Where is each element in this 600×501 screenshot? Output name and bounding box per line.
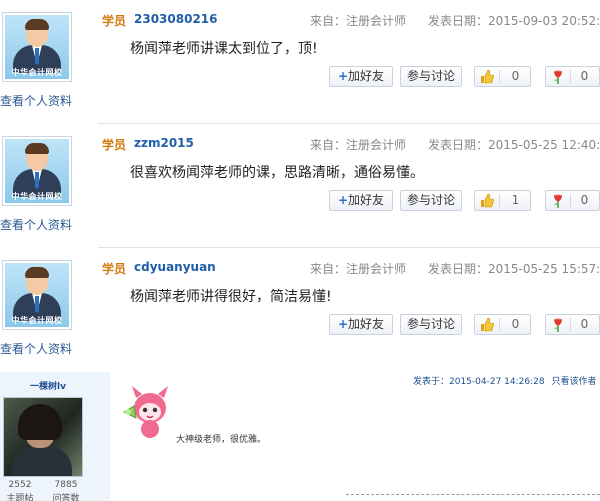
like-button[interactable]: 0 <box>474 314 531 335</box>
add-friend-button[interactable]: +加好友 <box>329 66 393 87</box>
answers-count: 7885 <box>54 480 78 490</box>
comment-date: 发表日期：2015-09-03 20:52:38 <box>428 14 600 28</box>
forum-author-sidebar: 一棵树lv 2552 主题帖 7885 问答数 <box>0 372 110 501</box>
flower-button[interactable]: 0 <box>545 66 600 87</box>
comment-date: 发表日期：2015-05-25 12:40:02 <box>428 138 600 152</box>
flower-icon <box>554 194 562 208</box>
view-profile-link[interactable]: 查看个人资料 <box>0 340 72 357</box>
like-count: 0 <box>511 317 520 331</box>
plus-icon: + <box>337 69 349 83</box>
flower-icon <box>554 318 562 332</box>
username-link[interactable]: zzm2015 <box>134 136 194 150</box>
add-friend-label: 加好友 <box>348 69 385 83</box>
avatar-image: 中华会计网校 <box>5 15 69 79</box>
forum-post-text: 大神级老师，很优雅。 <box>176 435 267 445</box>
comment-text: 杨闻萍老师讲得很好，简洁易懂! <box>130 289 332 305</box>
username-link[interactable]: cdyuanyuan <box>134 260 216 274</box>
comment-text: 杨闻萍老师讲课太到位了，顶! <box>130 41 318 57</box>
flower-button[interactable]: 0 <box>545 190 600 211</box>
like-button[interactable]: 0 <box>474 66 531 87</box>
avatar-image: 中华会计网校 <box>5 263 69 327</box>
join-discussion-button[interactable]: 参与讨论 <box>400 190 462 211</box>
avatar-brand-text: 中华会计网校 <box>11 68 63 77</box>
comment-source: 来自：注册会计师 <box>310 14 407 28</box>
forum-author-name[interactable]: 一棵树lv <box>0 379 96 392</box>
forum-author-avatar[interactable] <box>3 397 83 477</box>
user-role: 学员 <box>102 262 127 276</box>
thumbs-up-icon <box>481 193 494 208</box>
avatar[interactable]: 中华会计网校 <box>2 136 72 206</box>
add-friend-button[interactable]: +加好友 <box>329 190 393 211</box>
plus-icon: + <box>337 317 349 331</box>
dashed-divider <box>346 494 600 495</box>
avatar-brand-text: 中华会计网校 <box>11 316 63 325</box>
author-only-link[interactable]: 只看该作者 <box>551 377 596 387</box>
comment-item: 中华会计网校 查看个人资料 学员 cdyuanyuan 来自：注册会计师 发表日… <box>0 248 600 372</box>
view-profile-link[interactable]: 查看个人资料 <box>0 216 72 233</box>
topics-label: 主题帖 <box>6 494 34 501</box>
avatar-image: 中华会计网校 <box>5 139 69 203</box>
forum-post-date: 发表于：2015-04-27 14:26:28 <box>413 377 545 387</box>
user-role: 学员 <box>102 14 127 28</box>
user-role: 学员 <box>102 138 127 152</box>
view-profile-link[interactable]: 查看个人资料 <box>0 92 72 109</box>
forum-post-meta: 发表于：2015-04-27 14:26:28 只看该作者 1楼 <box>413 374 600 387</box>
comment-text: 很喜欢杨闻萍老师的课，思路清晰，通俗易懂。 <box>130 165 424 181</box>
forum-post: 一棵树lv 2552 主题帖 7885 问答数 <box>0 372 600 501</box>
flower-count: 0 <box>580 317 589 331</box>
flower-count: 0 <box>580 69 589 83</box>
comment-source: 来自：注册会计师 <box>310 138 407 152</box>
flower-icon <box>554 70 562 84</box>
avatar[interactable]: 中华会计网校 <box>2 12 72 82</box>
add-friend-label: 加好友 <box>348 317 385 331</box>
avatar[interactable]: 中华会计网校 <box>2 260 72 330</box>
flower-count: 0 <box>580 193 589 207</box>
username-link[interactable]: 2303080216 <box>134 12 218 26</box>
flower-button[interactable]: 0 <box>545 314 600 335</box>
comment-item: 中华会计网校 查看个人资料 学员 zzm2015 来自：注册会计师 发表日期：2… <box>0 124 600 248</box>
comment-item: 中华会计网校 查看个人资料 学员 2303080216 来自：注册会计师 发表日… <box>0 0 600 124</box>
plus-icon: + <box>337 193 349 207</box>
thumbs-up-icon <box>481 317 494 332</box>
add-friend-label: 加好友 <box>348 193 385 207</box>
avatar-brand-text: 中华会计网校 <box>11 192 63 201</box>
like-count: 0 <box>511 69 520 83</box>
like-count: 1 <box>511 193 520 207</box>
answers-label: 问答数 <box>52 494 80 501</box>
thumbs-up-icon <box>481 69 494 84</box>
comment-date: 发表日期：2015-05-25 15:57:26 <box>428 262 600 276</box>
like-button[interactable]: 1 <box>474 190 531 211</box>
add-friend-button[interactable]: +加好友 <box>329 314 393 335</box>
join-discussion-button[interactable]: 参与讨论 <box>400 66 462 87</box>
comment-source: 来自：注册会计师 <box>310 262 407 276</box>
mascot-emoticon-icon <box>122 386 168 438</box>
topics-count: 2552 <box>8 480 32 490</box>
join-discussion-button[interactable]: 参与讨论 <box>400 314 462 335</box>
